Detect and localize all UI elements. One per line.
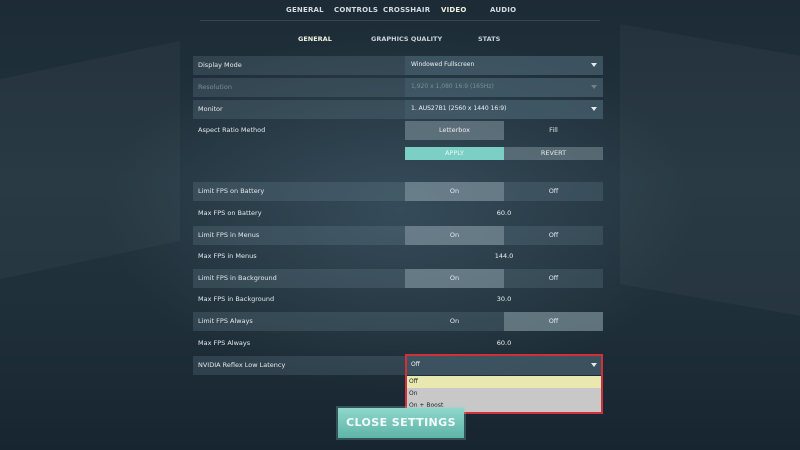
slider-value: 60.0 xyxy=(496,339,512,347)
setting-label: Max FPS on Battery xyxy=(198,209,262,217)
setting-limit-fps-battery: Limit FPS on Battery On Off xyxy=(193,182,603,201)
background-shard xyxy=(0,41,180,279)
slider-value: 60.0 xyxy=(496,209,512,217)
chevron-down-icon xyxy=(591,107,597,111)
setting-max-fps-background: Max FPS in Background 30.0 xyxy=(193,290,603,309)
chevron-down-icon xyxy=(591,85,597,89)
setting-limit-fps-menus: Limit FPS in Menus On Off xyxy=(193,226,603,245)
off-option[interactable]: Off xyxy=(504,182,603,201)
on-option[interactable]: On xyxy=(405,182,504,201)
setting-max-fps-menus: Max FPS in Menus 144.0 xyxy=(193,247,603,266)
limit-fps-always-toggle: On Off xyxy=(405,312,603,331)
setting-label: Max FPS Always xyxy=(198,339,251,347)
limit-fps-battery-toggle: On Off xyxy=(405,182,603,201)
setting-label: Limit FPS in Menus xyxy=(198,231,260,239)
tab-audio[interactable]: AUDIO xyxy=(490,6,516,14)
setting-max-fps-battery: Max FPS on Battery 60.0 xyxy=(193,204,603,223)
select-value: 1. AUS27B1 (2560 x 1440 16:9) xyxy=(411,105,507,112)
setting-label: Max FPS in Menus xyxy=(198,252,257,260)
highlight-box xyxy=(405,354,603,414)
subtab-graphics-quality[interactable]: GRAPHICS QUALITY xyxy=(371,35,442,43)
setting-label: Limit FPS in Background xyxy=(198,274,277,282)
max-fps-menus-slider[interactable]: 144.0 xyxy=(405,247,603,266)
top-nav-divider xyxy=(200,20,600,21)
setting-label: Limit FPS Always xyxy=(198,317,253,325)
select-value: 1,920 x 1,080 16:9 (165Hz) xyxy=(411,83,494,90)
tab-video[interactable]: VIDEO xyxy=(441,6,467,14)
aspect-ratio-toggle: Letterbox Fill xyxy=(405,121,603,140)
setting-label: Limit FPS on Battery xyxy=(198,187,265,195)
setting-label: Aspect Ratio Method xyxy=(198,126,266,134)
limit-fps-background-toggle: On Off xyxy=(405,269,603,288)
max-fps-background-slider[interactable]: 30.0 xyxy=(405,290,603,309)
on-option[interactable]: On xyxy=(405,269,504,288)
display-mode-select[interactable]: Windowed Fullscreen xyxy=(405,56,603,75)
setting-label: NVIDIA Reflex Low Latency xyxy=(198,361,286,369)
off-option[interactable]: Off xyxy=(504,312,603,331)
select-value: Windowed Fullscreen xyxy=(411,61,475,68)
subtab-general[interactable]: GENERAL xyxy=(298,35,332,43)
on-option[interactable]: On xyxy=(405,226,504,245)
setting-limit-fps-always: Limit FPS Always On Off xyxy=(193,312,603,331)
top-navigation: GENERAL CONTROLS CROSSHAIR VIDEO AUDIO xyxy=(0,0,800,22)
apply-button[interactable]: APPLY xyxy=(405,147,504,160)
letterbox-option[interactable]: Letterbox xyxy=(405,121,504,140)
slider-value: 30.0 xyxy=(496,295,512,303)
off-option[interactable]: Off xyxy=(504,226,603,245)
background-shard xyxy=(620,24,800,316)
close-settings-button[interactable]: CLOSE SETTINGS xyxy=(338,408,464,438)
setting-label: Max FPS in Background xyxy=(198,295,275,303)
tab-general[interactable]: GENERAL xyxy=(286,6,324,14)
tab-controls[interactable]: CONTROLS xyxy=(334,6,378,14)
setting-display-mode: Display Mode Windowed Fullscreen xyxy=(193,56,603,75)
setting-label: Resolution xyxy=(198,83,232,91)
setting-monitor: Monitor 1. AUS27B1 (2560 x 1440 16:9) xyxy=(193,100,603,119)
setting-label: Display Mode xyxy=(198,61,242,69)
tab-crosshair[interactable]: CROSSHAIR xyxy=(383,6,430,14)
subtab-stats[interactable]: STATS xyxy=(478,35,500,43)
apply-revert-group: APPLY REVERT xyxy=(405,147,603,160)
chevron-down-icon xyxy=(591,63,597,67)
monitor-select[interactable]: 1. AUS27B1 (2560 x 1440 16:9) xyxy=(405,100,603,119)
setting-label: Monitor xyxy=(198,105,223,113)
revert-button[interactable]: REVERT xyxy=(504,147,603,160)
fill-option[interactable]: Fill xyxy=(504,121,603,140)
setting-aspect-ratio: Aspect Ratio Method Letterbox Fill xyxy=(193,121,603,140)
setting-resolution: Resolution 1,920 x 1,080 16:9 (165Hz) xyxy=(193,78,603,97)
setting-limit-fps-background: Limit FPS in Background On Off xyxy=(193,269,603,288)
max-fps-always-slider[interactable]: 60.0 xyxy=(405,334,603,353)
limit-fps-menus-toggle: On Off xyxy=(405,226,603,245)
on-option[interactable]: On xyxy=(405,312,504,331)
resolution-select: 1,920 x 1,080 16:9 (165Hz) xyxy=(405,78,603,97)
max-fps-battery-slider[interactable]: 60.0 xyxy=(405,204,603,223)
setting-max-fps-always: Max FPS Always 60.0 xyxy=(193,334,603,353)
off-option[interactable]: Off xyxy=(504,269,603,288)
slider-value: 144.0 xyxy=(494,252,514,260)
